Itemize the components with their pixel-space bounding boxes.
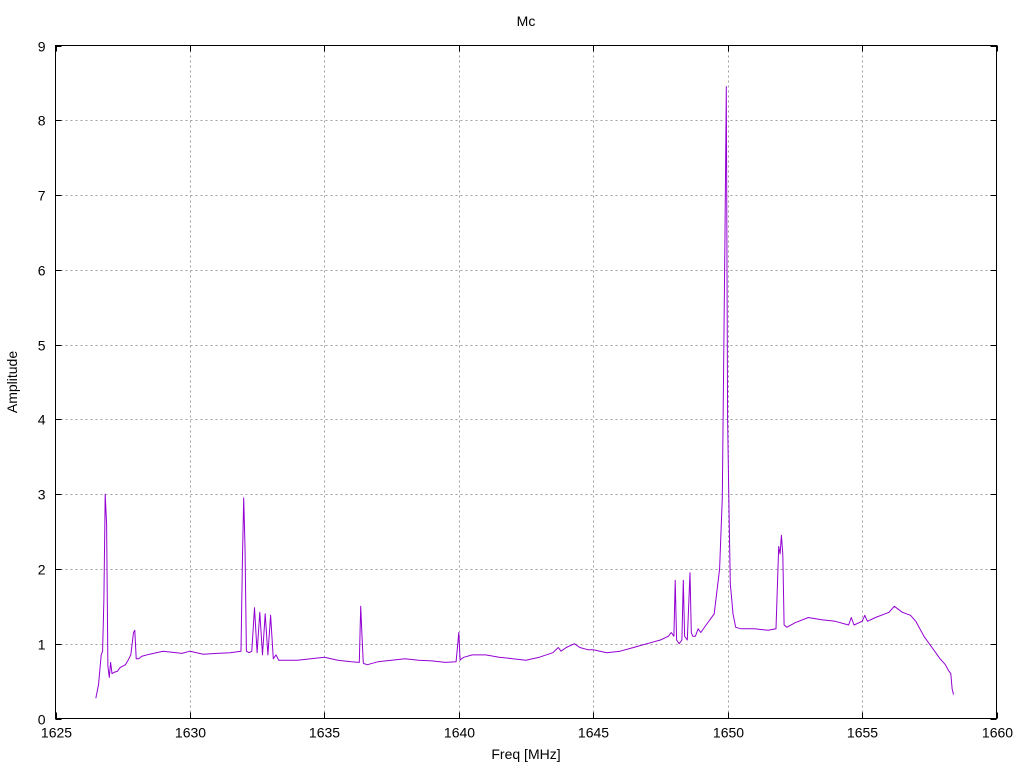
chart: 1625 1630 1635 1640 1645 1650 1655 1660 0 1 2 3 4 5 6 7… bbox=[4, 13, 1014, 762]
y-tick-label: 1 bbox=[38, 637, 46, 653]
y-tick-label: 4 bbox=[38, 412, 46, 428]
y-tick-label: 6 bbox=[38, 263, 46, 279]
y-tick-label: 9 bbox=[38, 39, 46, 55]
tick-layer: 1625 1630 1635 1640 1645 1650 1655 1660 0 1 2 3 4 5 6 7… bbox=[38, 39, 1014, 741]
y-tick-label: 7 bbox=[38, 188, 46, 204]
x-tick-label: 1630 bbox=[175, 725, 206, 741]
y-axis-title: Amplitude bbox=[4, 351, 20, 413]
x-tick-label: 1655 bbox=[847, 725, 878, 741]
y-tick-label: 0 bbox=[38, 712, 46, 728]
grid-layer bbox=[55, 45, 997, 719]
y-tick-label: 5 bbox=[38, 338, 46, 354]
y-tick-label: 3 bbox=[38, 487, 46, 503]
plot-frame bbox=[55, 45, 997, 719]
y-tick-label: 8 bbox=[38, 113, 46, 129]
x-tick-label: 1635 bbox=[309, 725, 340, 741]
x-tick-label: 1640 bbox=[444, 725, 475, 741]
chart-title: Mc bbox=[517, 13, 536, 29]
x-tick-label: 1650 bbox=[713, 725, 744, 741]
y-tick-label: 2 bbox=[38, 562, 46, 578]
x-tick-label: 1660 bbox=[982, 725, 1013, 741]
x-axis-title: Freq [MHz] bbox=[491, 746, 560, 762]
x-tick-label: 1645 bbox=[578, 725, 609, 741]
series-layer bbox=[95, 86, 954, 699]
x-tick-label: 1625 bbox=[41, 725, 72, 741]
series-line bbox=[95, 86, 954, 699]
